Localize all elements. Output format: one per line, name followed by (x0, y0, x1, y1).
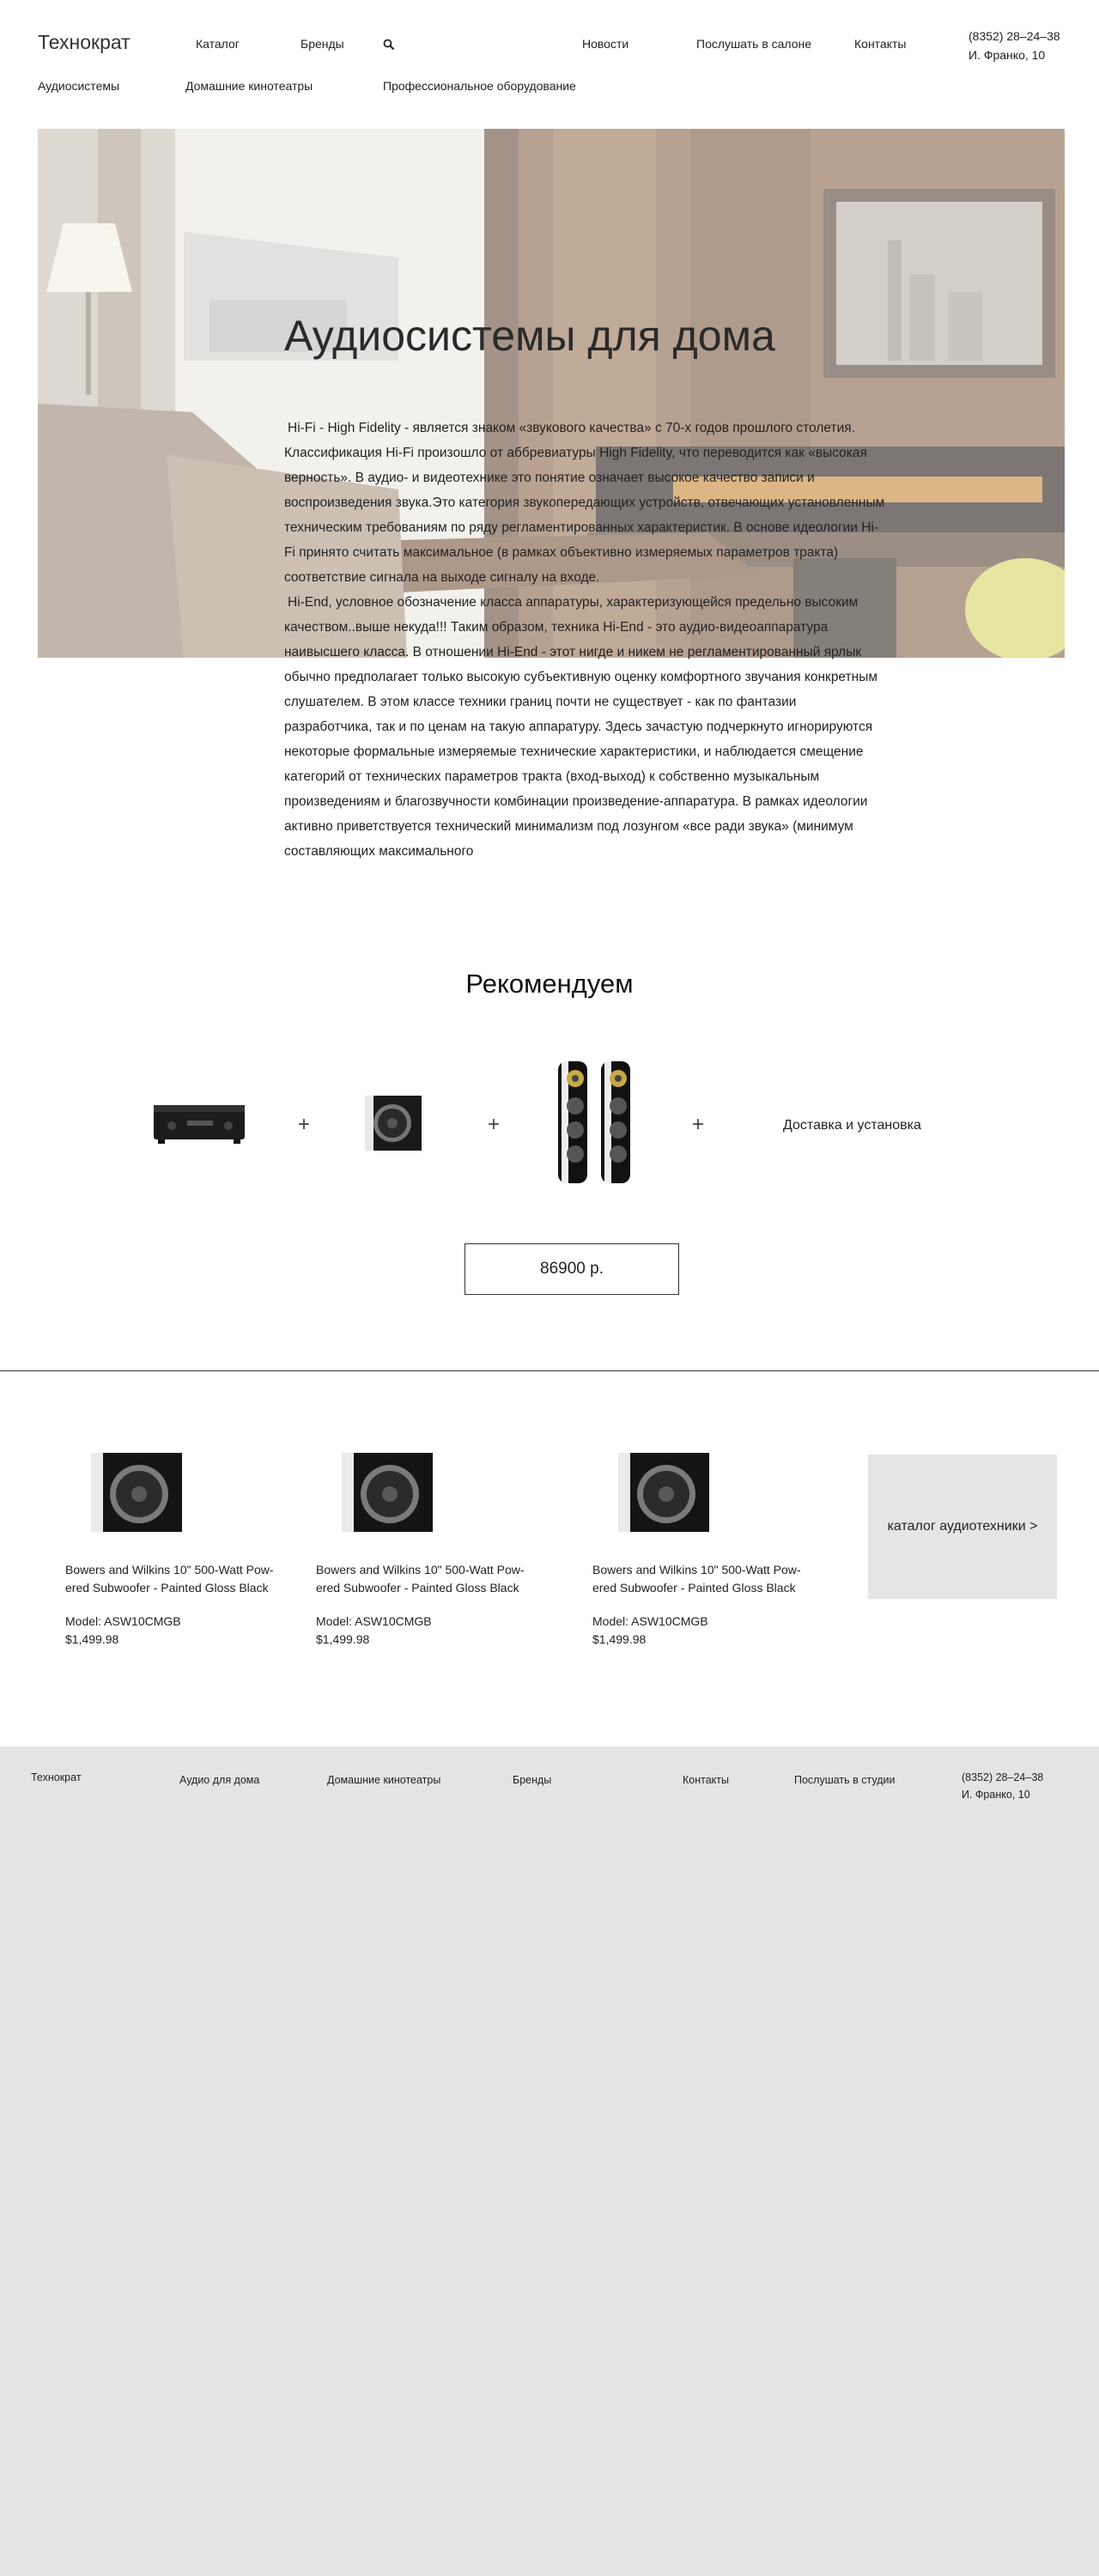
nav-listen-in-salon[interactable]: Послушать в салоне (696, 37, 811, 51)
nav-catalog[interactable]: Каталог (196, 37, 240, 51)
hero-paragraph-hifi: Hi-Fi - High Fidelity - является знаком … (284, 421, 885, 585)
plus-3: + (692, 1113, 705, 1136)
subwoofer-icon[interactable] (340, 1451, 434, 1534)
product-price: $1,499.98 (65, 1632, 119, 1646)
footer-phone[interactable]: (8352) 28–24–38 (962, 1769, 1043, 1786)
recommend-title: Рекомендуем (465, 969, 634, 999)
header-address: И. Франко, 10 (968, 48, 1046, 62)
subwoofer-icon[interactable] (89, 1451, 184, 1534)
hero-title: Аудиосистемы для дома (284, 312, 775, 360)
subwoofer-icon[interactable] (361, 1094, 425, 1152)
amplifier-icon[interactable] (153, 1102, 246, 1146)
plus-2: + (488, 1113, 501, 1136)
audio-catalog-link[interactable]: каталог аудиотехники > (868, 1455, 1057, 1599)
site-logo[interactable]: Технократ (38, 31, 131, 54)
subnav-audio-systems[interactable]: Аудиосистемы (38, 79, 119, 93)
section-divider (0, 1370, 1099, 1371)
hero-paragraph-hiend: Hi-End, условное обозначение класса аппа… (284, 595, 877, 859)
product-name[interactable]: Bowers and Wilkins 10" 500-Watt Pow-ered… (65, 1561, 288, 1597)
nav-news[interactable]: Новости (582, 37, 628, 51)
footer-link-contacts[interactable]: Контакты (683, 1774, 729, 1786)
footer-link-brands[interactable]: Бренды (513, 1774, 551, 1786)
subnav-home-theaters[interactable]: Домашние кинотеатры (185, 79, 313, 93)
product-price: $1,499.98 (592, 1632, 647, 1646)
text-fade-cutoff (284, 889, 885, 940)
product-model: Model: ASW10CMGB (592, 1614, 708, 1628)
product-name[interactable]: Bowers and Wilkins 10" 500-Watt Pow-ered… (316, 1561, 539, 1597)
search-icon[interactable] (383, 39, 395, 51)
product-name[interactable]: Bowers and Wilkins 10" 500-Watt Pow-ered… (592, 1561, 816, 1597)
nav-contacts[interactable]: Контакты (854, 37, 906, 51)
product-price: $1,499.98 (316, 1632, 370, 1646)
delivery-install: Доставка и установка (783, 1118, 921, 1133)
header-contact: (8352) 28–24–38 И. Франко, 10 (968, 27, 1060, 64)
header-phone[interactable]: (8352) 28–24–38 (968, 27, 1060, 46)
subwoofer-icon[interactable] (616, 1451, 711, 1534)
product-model: Model: ASW10CMGB (65, 1614, 181, 1628)
footer-link-audio[interactable]: Аудио для дома (179, 1774, 259, 1786)
bundle-price-button[interactable]: 86900 р. (464, 1243, 679, 1295)
footer-logo[interactable]: Технократ (31, 1771, 82, 1783)
footer-link-listen-studio[interactable]: Послушать в студии (794, 1774, 895, 1786)
footer-address: И. Франко, 10 (962, 1789, 1030, 1801)
floor-speakers-icon[interactable] (555, 1060, 635, 1185)
subnav-pro-equipment[interactable]: Профессиональное оборудование (383, 79, 576, 93)
nav-brands[interactable]: Бренды (301, 37, 344, 51)
product-model: Model: ASW10CMGB (316, 1614, 432, 1628)
footer: Технократ Аудио для дома Домашние киноте… (0, 1747, 1099, 2576)
footer-link-home-theaters[interactable]: Домашние кинотеатры (327, 1774, 440, 1786)
hero-text: Hi-Fi - High Fidelity - является знаком … (284, 416, 885, 864)
plus-1: + (298, 1113, 311, 1136)
